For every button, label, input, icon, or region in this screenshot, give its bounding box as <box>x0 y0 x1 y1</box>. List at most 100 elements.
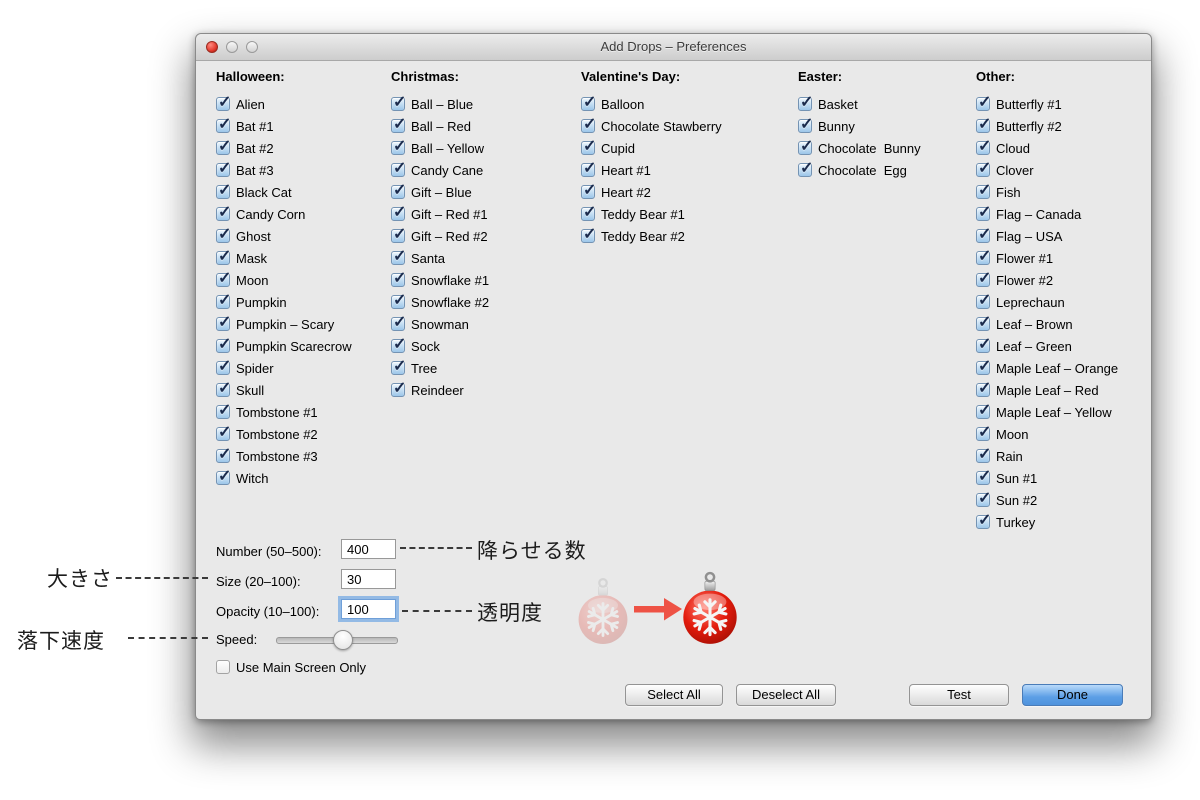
drop-checkbox-mask[interactable]: Mask <box>216 246 352 269</box>
checkbox-checked-icon <box>216 400 231 420</box>
drop-checkbox-ball-red[interactable]: Ball – Red <box>391 114 489 137</box>
checkbox-checked-icon <box>976 246 991 266</box>
drop-checkbox-tombstone-1[interactable]: Tombstone #1 <box>216 400 352 423</box>
drop-checkbox-ball-blue[interactable]: Ball – Blue <box>391 92 489 115</box>
checkbox-checked-icon <box>216 378 231 398</box>
drop-checkbox-alien[interactable]: Alien <box>216 92 352 115</box>
done-button[interactable]: Done <box>1022 684 1123 706</box>
drop-checkbox-basket[interactable]: Basket <box>798 92 921 115</box>
drop-checkbox-tombstone-3[interactable]: Tombstone #3 <box>216 444 352 467</box>
drop-checkbox-tombstone-2[interactable]: Tombstone #2 <box>216 422 352 445</box>
deselect-all-button[interactable]: Deselect All <box>736 684 836 706</box>
drop-checkbox-pumpkin[interactable]: Pumpkin <box>216 290 352 313</box>
select-all-button[interactable]: Select All <box>625 684 723 706</box>
size-input[interactable] <box>341 569 396 589</box>
drop-checkbox-skull[interactable]: Skull <box>216 378 352 401</box>
drop-checkbox-black-cat[interactable]: Black Cat <box>216 180 352 203</box>
drop-checkbox-cloud[interactable]: Cloud <box>976 136 1118 159</box>
drop-checkbox-teddy-bear-1[interactable]: Teddy Bear #1 <box>581 202 722 225</box>
drop-checkbox-leaf-green[interactable]: Leaf – Green <box>976 334 1118 357</box>
opacity-input[interactable] <box>341 599 396 619</box>
drop-checkbox-gift-red-2[interactable]: Gift – Red #2 <box>391 224 489 247</box>
drop-checkbox-heart-1[interactable]: Heart #1 <box>581 158 722 181</box>
drop-checkbox-clover[interactable]: Clover <box>976 158 1118 181</box>
drop-checkbox-turkey[interactable]: Turkey <box>976 510 1118 533</box>
drop-checkbox-moon[interactable]: Moon <box>976 422 1118 445</box>
drop-checkbox-chocolate-stawberry[interactable]: Chocolate Stawberry <box>581 114 722 137</box>
drop-checkbox-reindeer[interactable]: Reindeer <box>391 378 489 401</box>
drop-checkbox-chocolate-egg[interactable]: Chocolate Egg <box>798 158 921 181</box>
speed-slider-thumb[interactable] <box>333 630 353 650</box>
category-header: Christmas: <box>391 69 459 84</box>
category-column: Christmas: Ball – Blue Ball – Red Ball – Ye… <box>391 69 489 401</box>
drop-checkbox-moon[interactable]: Moon <box>216 268 352 291</box>
drop-checkbox-leprechaun[interactable]: Leprechaun <box>976 290 1118 313</box>
drop-checkbox-flag-usa[interactable]: Flag – USA <box>976 224 1118 247</box>
drop-checkbox-teddy-bear-2[interactable]: Teddy Bear #2 <box>581 224 722 247</box>
drop-checkbox-spider[interactable]: Spider <box>216 356 352 379</box>
drop-checkbox-snowflake-1[interactable]: Snowflake #1 <box>391 268 489 291</box>
checkbox-label: Tombstone #2 <box>236 426 318 442</box>
drop-checkbox-fish[interactable]: Fish <box>976 180 1118 203</box>
number-input[interactable] <box>341 539 396 559</box>
drop-checkbox-snowflake-2[interactable]: Snowflake #2 <box>391 290 489 313</box>
drop-checkbox-witch[interactable]: Witch <box>216 466 352 489</box>
drop-checkbox-flower-1[interactable]: Flower #1 <box>976 246 1118 269</box>
category-header: Easter: <box>798 69 843 84</box>
checkbox-label: Leaf – Brown <box>996 316 1073 332</box>
drop-checkbox-flower-2[interactable]: Flower #2 <box>976 268 1118 291</box>
drop-checkbox-rain[interactable]: Rain <box>976 444 1118 467</box>
drop-checkbox-balloon[interactable]: Balloon <box>581 92 722 115</box>
checkbox-label: Candy Cane <box>411 162 484 178</box>
speed-slider-track[interactable] <box>276 630 398 650</box>
drop-checkbox-santa[interactable]: Santa <box>391 246 489 269</box>
drop-checkbox-maple-leaf-yellow[interactable]: Maple Leaf – Yellow <box>976 400 1118 423</box>
drop-checkbox-candy-cane[interactable]: Candy Cane <box>391 158 489 181</box>
checkbox-checked-icon <box>391 246 406 266</box>
drop-checkbox-candy-corn[interactable]: Candy Corn <box>216 202 352 225</box>
checkbox-checked-icon <box>216 114 231 134</box>
drop-checkbox-leaf-brown[interactable]: Leaf – Brown <box>976 312 1118 335</box>
checkbox-label: Chocolate Bunny <box>818 140 921 156</box>
drop-checkbox-snowman[interactable]: Snowman <box>391 312 489 335</box>
drop-checkbox-ghost[interactable]: Ghost <box>216 224 352 247</box>
use-main-screen-checkbox[interactable]: Use Main Screen Only <box>216 656 366 678</box>
drop-checkbox-maple-leaf-orange[interactable]: Maple Leaf – Orange <box>976 356 1118 379</box>
checkbox-label: Rain <box>996 448 1023 464</box>
checkbox-checked-icon <box>216 224 231 244</box>
drop-checkbox-bat-2[interactable]: Bat #2 <box>216 136 352 159</box>
drop-checkbox-heart-2[interactable]: Heart #2 <box>581 180 722 203</box>
test-button[interactable]: Test <box>909 684 1009 706</box>
drop-checkbox-sun-2[interactable]: Sun #2 <box>976 488 1118 511</box>
drop-checkbox-bat-1[interactable]: Bat #1 <box>216 114 352 137</box>
checkbox-columns: Halloween: Alien Bat #1 Bat #2 Bat #3 Black C… <box>216 69 1141 530</box>
checkbox-checked-icon <box>216 290 231 310</box>
drop-checkbox-bat-3[interactable]: Bat #3 <box>216 158 352 181</box>
drop-checkbox-pumpkin-scarecrow[interactable]: Pumpkin Scarecrow <box>216 334 352 357</box>
titlebar[interactable]: Add Drops – Preferences <box>196 34 1151 61</box>
drop-checkbox-pumpkin-scary[interactable]: Pumpkin – Scary <box>216 312 352 335</box>
drop-checkbox-chocolate-bunny[interactable]: Chocolate Bunny <box>798 136 921 159</box>
checkbox-label: Sun #2 <box>996 492 1038 508</box>
drop-checkbox-flag-canada[interactable]: Flag – Canada <box>976 202 1118 225</box>
drop-checkbox-ball-yellow[interactable]: Ball – Yellow <box>391 136 489 159</box>
drop-checkbox-maple-leaf-red[interactable]: Maple Leaf – Red <box>976 378 1118 401</box>
opacity-label: Opacity (10–100): <box>216 603 320 619</box>
drop-checkbox-cupid[interactable]: Cupid <box>581 136 722 159</box>
checkbox-label: Chocolate Egg <box>818 162 907 178</box>
checkbox-label: Moon <box>996 426 1029 442</box>
checkbox-label: Gift – Red #1 <box>411 206 488 222</box>
drop-checkbox-tree[interactable]: Tree <box>391 356 489 379</box>
drop-checkbox-bunny[interactable]: Bunny <box>798 114 921 137</box>
drop-checkbox-sock[interactable]: Sock <box>391 334 489 357</box>
drop-checkbox-butterfly-2[interactable]: Butterfly #2 <box>976 114 1118 137</box>
drop-checkbox-sun-1[interactable]: Sun #1 <box>976 466 1118 489</box>
checkbox-label: Chocolate Stawberry <box>601 118 722 134</box>
checkbox-label: Balloon <box>601 96 645 112</box>
connector-line <box>402 610 472 612</box>
drop-checkbox-gift-red-1[interactable]: Gift – Red #1 <box>391 202 489 225</box>
drop-checkbox-gift-blue[interactable]: Gift – Blue <box>391 180 489 203</box>
drop-checkbox-butterfly-1[interactable]: Butterfly #1 <box>976 92 1118 115</box>
annotation-opacity-label: 透明度 <box>477 602 543 625</box>
checkbox-label: Leaf – Green <box>996 338 1072 354</box>
